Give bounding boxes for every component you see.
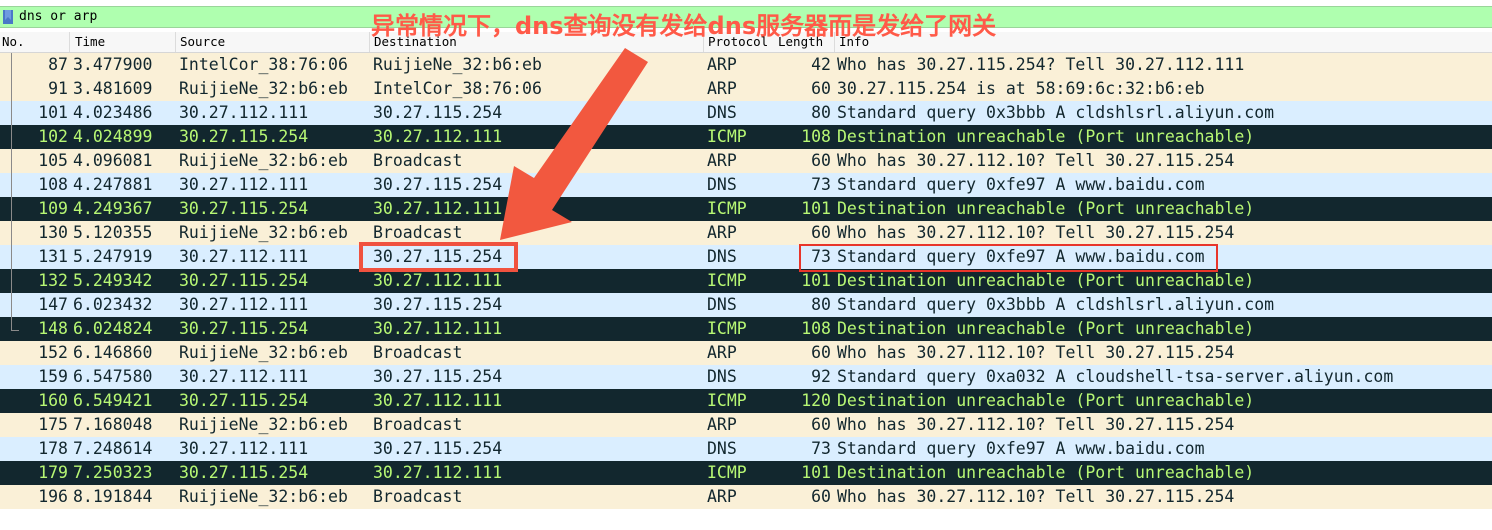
highlight-box-destination bbox=[359, 242, 518, 272]
annotation-text: 异常情况下，dns查询没有发给dns服务器而是发给了网关 bbox=[371, 12, 997, 40]
annotation-arrow-icon bbox=[500, 48, 648, 240]
highlight-box-info bbox=[799, 244, 1218, 272]
